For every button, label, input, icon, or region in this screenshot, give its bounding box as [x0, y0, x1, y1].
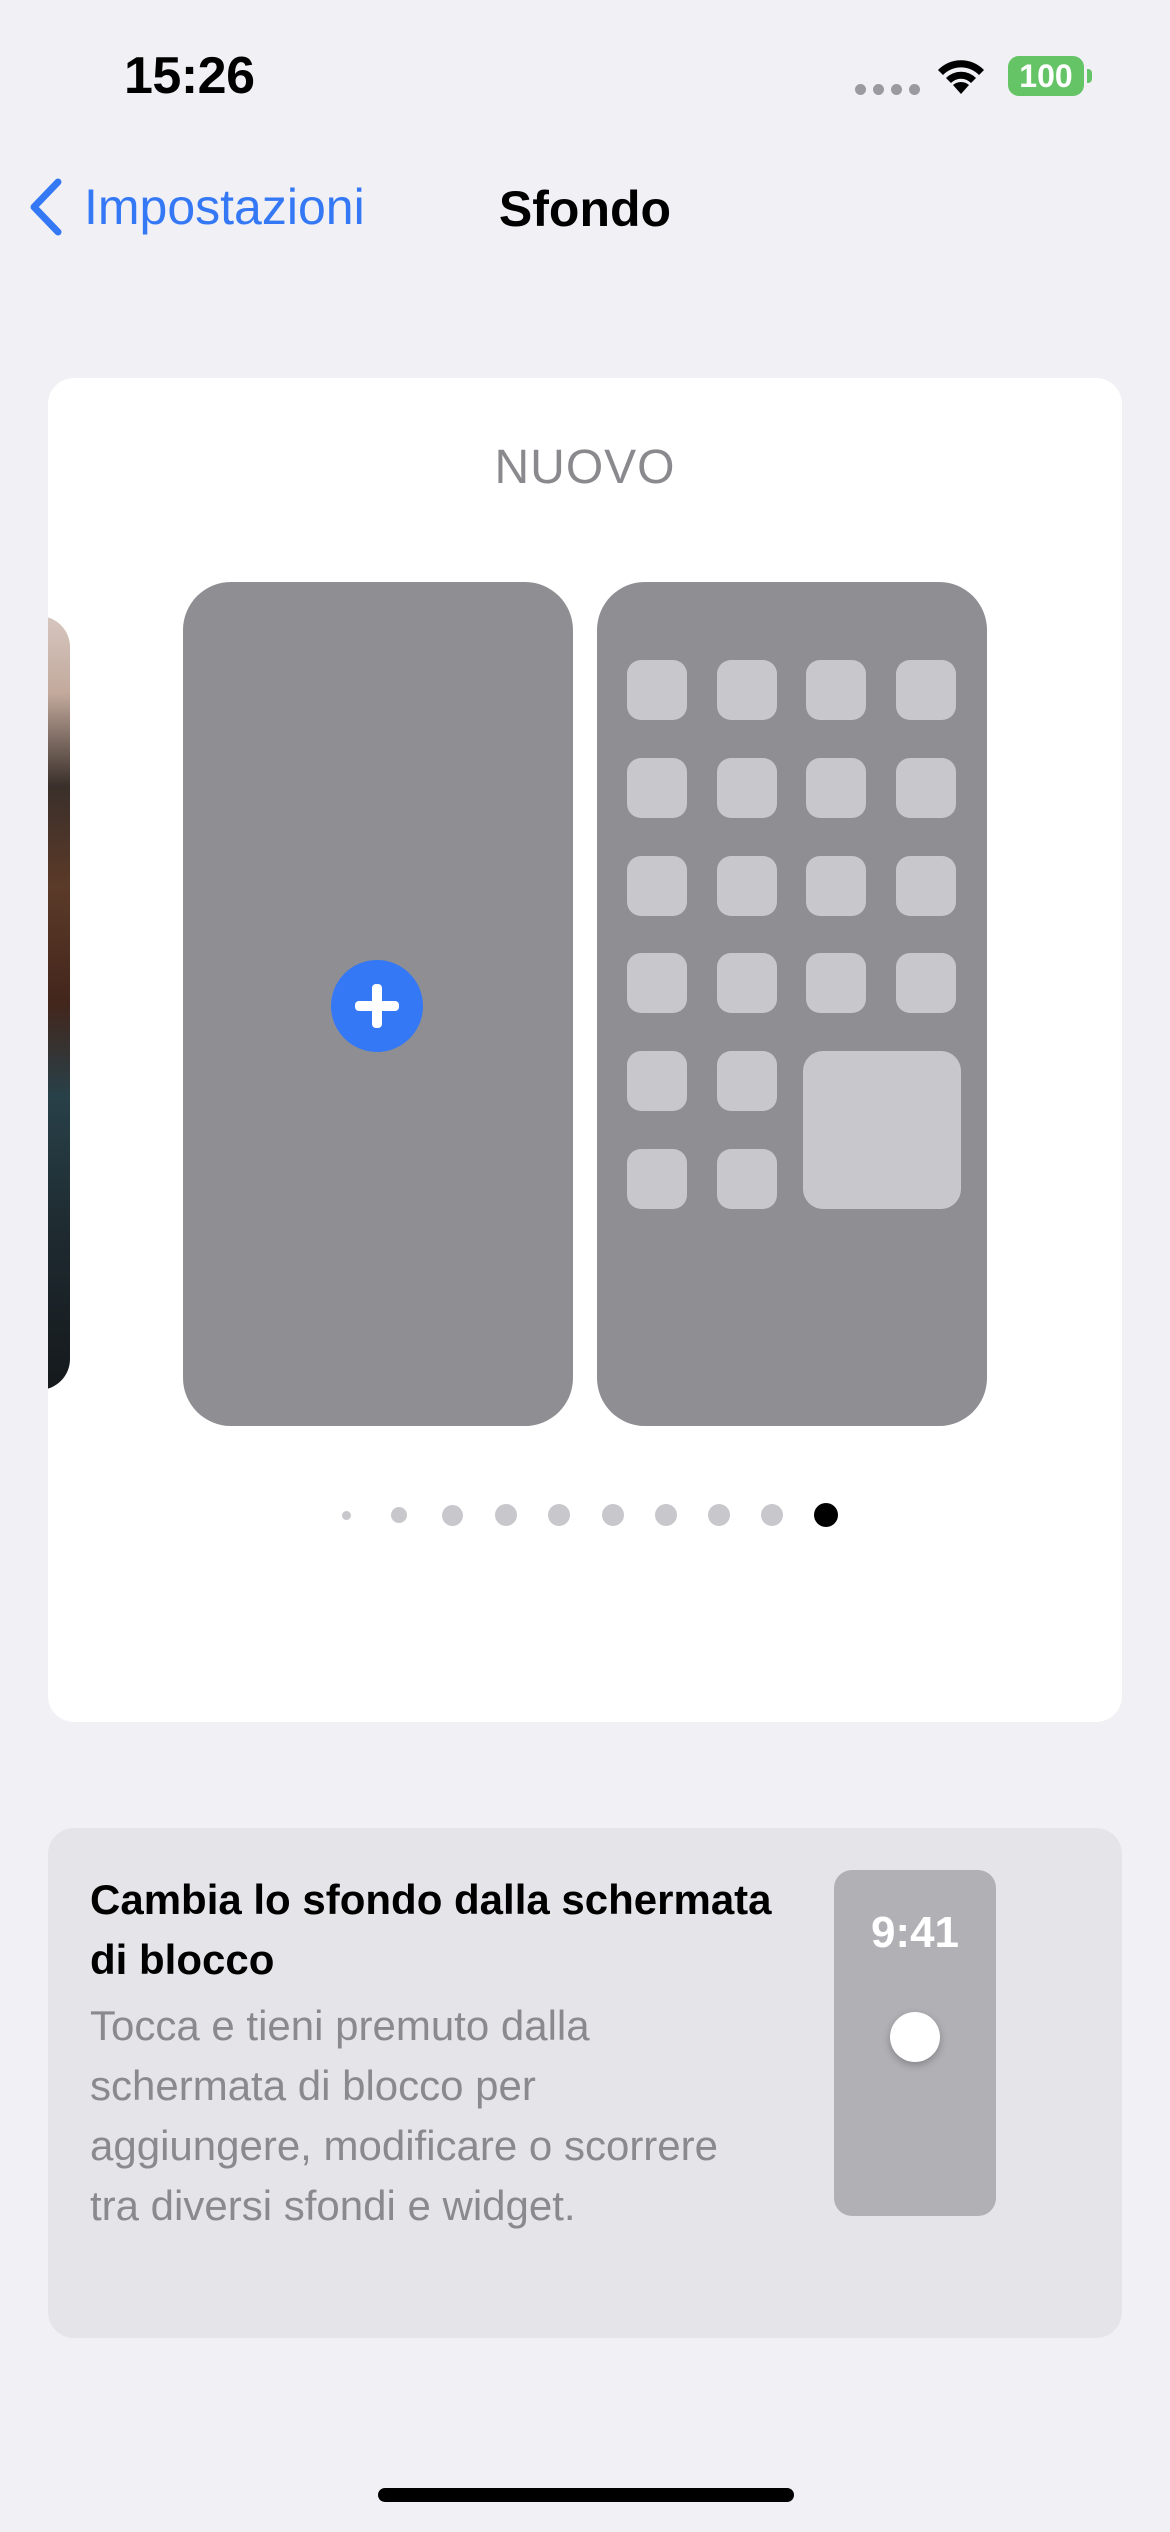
- app-icon-placeholder: [717, 953, 777, 1013]
- app-icon-placeholder: [896, 856, 956, 916]
- app-icon-placeholder: [717, 856, 777, 916]
- page-dot[interactable]: [494, 1504, 517, 1526]
- page-dot[interactable]: [442, 1504, 464, 1526]
- battery-tip: [1087, 69, 1092, 83]
- battery-indicator: 100: [1008, 56, 1084, 96]
- tip-title: Cambia lo sfondo dalla schermata di bloc…: [90, 1876, 772, 1983]
- app-icon-placeholder: [896, 758, 956, 818]
- page-title: Sfondo: [498, 181, 672, 237]
- app-icon-placeholder: [627, 856, 687, 916]
- wallpaper-pair-label: NUOVO: [494, 441, 676, 494]
- tip-body: Tocca e tieni premuto dalla schermata di…: [90, 2002, 718, 2229]
- app-icon-placeholder: [627, 660, 687, 720]
- app-icon-placeholder: [806, 953, 866, 1013]
- battery-level: 100: [1019, 57, 1073, 94]
- app-icon-placeholder: [627, 758, 687, 818]
- page-dot[interactable]: [708, 1504, 731, 1526]
- add-wallpaper-button[interactable]: [331, 960, 423, 1052]
- mini-lock-screen-illustration: 9:41: [834, 1870, 996, 2216]
- app-icon-placeholder: [806, 660, 866, 720]
- app-icon-placeholder: [806, 758, 866, 818]
- page-dot[interactable]: [761, 1504, 784, 1526]
- lock-screen-tip-card: Cambia lo sfondo dalla schermata di bloc…: [48, 1828, 1122, 2338]
- lock-screen-preview[interactable]: [183, 582, 573, 1426]
- app-icon-placeholder: [627, 953, 687, 1013]
- page-dot[interactable]: [341, 1510, 351, 1520]
- page-indicator[interactable]: [48, 1500, 1122, 1530]
- page-dot[interactable]: [548, 1504, 571, 1526]
- app-icon-placeholder: [627, 1149, 687, 1209]
- app-icon-placeholder: [627, 1051, 687, 1111]
- wallpaper-card: NUOVO: [48, 378, 1122, 1722]
- home-indicator[interactable]: [378, 2488, 794, 2502]
- app-icon-placeholder: [896, 953, 956, 1013]
- mini-lock-time: 9:41: [870, 1908, 960, 1957]
- app-icon-placeholder: [717, 758, 777, 818]
- page-dot[interactable]: [654, 1504, 677, 1526]
- app-icon-placeholder: [896, 660, 956, 720]
- app-icon-placeholder: [717, 660, 777, 720]
- app-icon-placeholder: [806, 856, 866, 916]
- app-icon-placeholder: [717, 1051, 777, 1111]
- widget-placeholder: [803, 1051, 961, 1209]
- page-dot[interactable]: [391, 1507, 408, 1523]
- page-dot[interactable]: [601, 1504, 624, 1526]
- wifi-icon: [938, 60, 984, 94]
- status-time: 15:26: [124, 47, 255, 105]
- cellular-dots-icon: [855, 84, 920, 95]
- home-screen-preview[interactable]: [597, 582, 987, 1426]
- app-icon-placeholder: [717, 1149, 777, 1209]
- page-dot-active[interactable]: [813, 1503, 838, 1527]
- touch-indicator: [890, 2012, 940, 2062]
- previous-wallpaper-preview[interactable]: [48, 616, 70, 1390]
